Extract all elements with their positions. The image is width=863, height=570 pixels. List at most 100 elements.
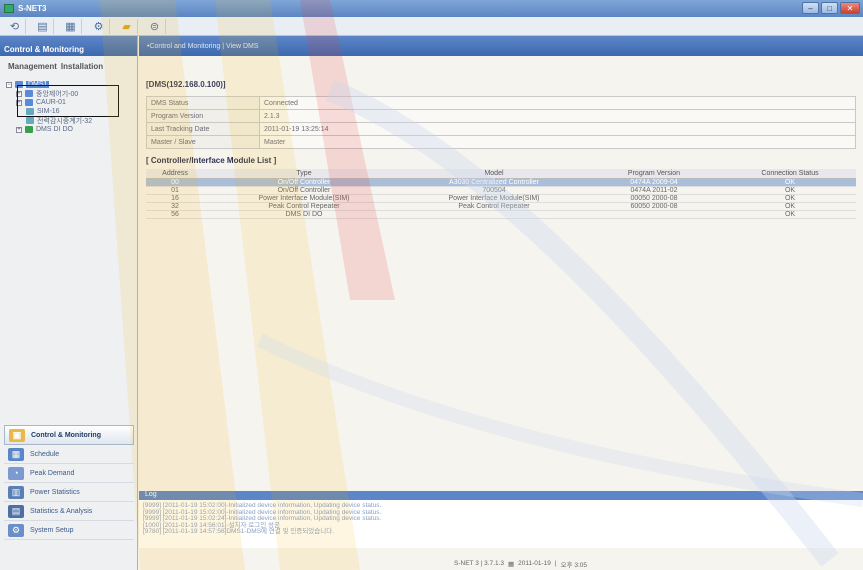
cell: OK [724,186,856,195]
cell: 60050 2000-08 [584,202,724,211]
cell: OK [724,202,856,211]
log-title: Log [139,491,863,500]
peak-icon: ◔ [8,466,24,480]
nav-system-setup[interactable]: ⚙ System Setup [4,521,134,540]
dms-status-table: DMS Status Connected Program Version 2.1… [146,96,856,149]
cell: On/Off Controller [204,186,404,195]
status-key: Program Version [146,109,260,123]
calendar-icon: ▦ [507,560,515,568]
tree-label: 전력감시중계기-32 [37,117,93,125]
monitor-icon[interactable]: ▤ [32,18,54,34]
cell: 0474A 2009-04 [584,178,724,187]
cell: 01 [146,186,204,195]
status-bar: S-NET 3 | 3.7.1.3 ▦ 2011-01-19 | 오후 3:05 [139,557,863,570]
toolbar: ⟲ ▤ ▦ ⚙ ▰ ⊜ [0,17,863,36]
log-line: [9780] [2011-01-19 14:57:56]DMS1-DMS에 연결… [143,528,335,535]
status-value: 2.1.3 [259,109,856,123]
io-icon [25,126,33,133]
table-row[interactable]: 56 DMS DI DO OK [146,210,856,219]
status-row: Last Tracking Date 2011-01-19 13:25:14 [146,122,856,136]
help-icon[interactable]: ⊜ [144,18,166,34]
module-list-title: [ Controller/Interface Module List ] [146,156,277,165]
calendar-icon: ▦ [8,447,24,461]
divider: | [554,560,557,567]
cell: OK [724,178,856,187]
cell [584,210,724,219]
cell [404,210,584,219]
status-value: 2011-01-19 13:25:14 [259,122,856,136]
cell: Peak Control Repeater [204,202,404,211]
col-model[interactable]: Model [404,169,584,179]
app-icon [4,4,14,13]
close-button[interactable]: ✕ [840,2,860,14]
module-table: Address Type Model Program Version Conne… [146,169,856,219]
log-body[interactable]: [9999] [2011-01-19 15:02:00]-Initialized… [139,500,863,548]
cell: Power Interface Module(SIM) [204,194,404,203]
setup-icon: ⚙ [8,523,24,537]
chart-icon[interactable]: ▦ [60,18,82,34]
nav-label: Control & Monitoring [31,431,101,439]
dms-title: [DMS(192.168.0.100)] [146,80,226,89]
date-text: 2011-01-19 [518,560,551,567]
left-panel-header: Control & Monitoring [0,36,137,56]
log-panel: Log [9999] [2011-01-19 15:02:00]-Initial… [139,491,863,570]
status-key: Last Tracking Date [146,122,260,136]
analysis-icon: ▤ [8,504,24,518]
window-title: S-NET3 [18,4,47,13]
content-area: [DMS(192.168.0.100)] DMS Status Connecte… [139,56,863,219]
collapse-icon[interactable]: − [6,81,12,88]
tree-item-dms-di-do[interactable]: + DMS DI DO [6,125,137,134]
nav-label: System Setup [30,526,74,534]
cell: 32 [146,202,204,211]
nav-label: Schedule [30,450,60,458]
status-value: Connected [259,96,856,110]
col-connection-status[interactable]: Connection Status [724,169,856,179]
nav-control-monitoring[interactable]: ▣ Control & Monitoring [4,425,134,445]
col-program-version[interactable]: Program Version [584,169,724,179]
table-row[interactable]: 32 Peak Control Repeater Peak Control Re… [146,202,856,211]
table-row[interactable]: 01 On/Off Controller 700504 0474A 2011-0… [146,186,856,195]
power-icon: ▥ [8,485,24,499]
main-navigation: ▣ Control & Monitoring ▦ Schedule ◔ Peak… [4,425,134,540]
window-controls: – □ ✕ [802,2,860,14]
version-text: S-NET 3 | 3.7.1.3 [454,560,504,567]
folder-icon[interactable]: ▰ [116,18,138,34]
status-row: Master / Slave Master [146,135,856,149]
title-bar: S-NET3 – □ ✕ [0,0,863,17]
nav-schedule[interactable]: ▦ Schedule [4,445,134,464]
status-value: Master [259,135,856,149]
tab-installation[interactable]: Installation [61,62,103,71]
repeater-icon [26,117,34,124]
col-type[interactable]: Type [204,169,404,179]
cell: 16 [146,194,204,203]
tab-management[interactable]: Management [8,62,57,71]
cell: OK [724,194,856,203]
expand-icon[interactable]: + [16,126,22,133]
col-address[interactable]: Address [146,169,204,179]
status-row: DMS Status Connected [146,96,856,110]
cell: 00 [146,178,204,187]
nav-peak-demand[interactable]: ◔ Peak Demand [4,464,134,483]
nav-label: Peak Demand [30,469,75,477]
left-tabs: Management Installation [0,56,137,76]
cell: 0474A 2011-02 [584,186,724,195]
table-row[interactable]: 00 On/Off Controller A3030 Centralized C… [146,178,856,187]
time-text: 오후 3:05 [560,561,588,569]
tree-item-repeater-32[interactable]: 전력감시중계기-32 [6,116,137,125]
main-panel: •Control and Monitoring | View DMS [DMS(… [139,36,863,570]
back-icon[interactable]: ⟲ [4,18,26,34]
status-key: DMS Status [146,96,260,110]
table-row[interactable]: 16 Power Interface Module(SIM) Power Int… [146,194,856,203]
nav-label: Power Statistics [30,488,80,496]
settings-icon[interactable]: ⚙ [88,18,110,34]
cell: DMS DI DO [204,210,404,219]
maximize-button[interactable]: □ [821,2,838,14]
tree-label: DMS DI DO [36,126,73,133]
nav-power-statistics[interactable]: ▥ Power Statistics [4,483,134,502]
minimize-button[interactable]: – [802,2,819,14]
cell: Peak Control Repeater [404,202,584,211]
selection-box [17,85,119,117]
monitor-icon: ▣ [9,428,25,442]
nav-statistics-analysis[interactable]: ▤ Statistics & Analysis [4,502,134,521]
status-row: Program Version 2.1.3 [146,109,856,123]
